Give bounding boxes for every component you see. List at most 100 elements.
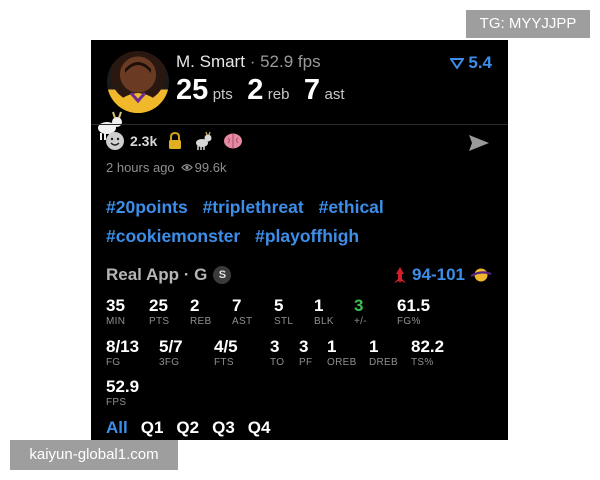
points-unit: pts xyxy=(212,86,233,103)
stat-label: FPS xyxy=(106,397,127,408)
lock-icon[interactable] xyxy=(167,132,183,150)
hashtag-link[interactable]: #triplethreat xyxy=(203,197,304,217)
send-icon[interactable] xyxy=(468,134,490,152)
game-info[interactable]: Real App · G S xyxy=(106,265,232,285)
stat-label: 3FG xyxy=(159,357,180,368)
stat-label: MIN xyxy=(106,316,126,327)
stat-value: 1 xyxy=(327,337,337,356)
stat-3fg: 5/7 3FG xyxy=(159,337,183,369)
stat-fg: 8/13 FG xyxy=(106,337,139,369)
smile-emoji-icon[interactable] xyxy=(106,132,124,150)
stat-value: 5/7 xyxy=(159,337,183,356)
stat-label: FG% xyxy=(397,316,421,327)
score-indicator[interactable]: 5.4 xyxy=(450,53,492,73)
stat-label: +/- xyxy=(354,316,367,327)
trend-icon xyxy=(450,58,465,69)
stat-label: OREB xyxy=(327,357,357,368)
stat-reb: 2 REB xyxy=(190,296,211,328)
stat-value: 3 xyxy=(270,337,280,356)
eye-icon xyxy=(180,164,193,171)
separator: · xyxy=(249,52,256,71)
hashtag-link[interactable]: #20points xyxy=(106,197,188,217)
stat-label: FG xyxy=(106,357,121,368)
stat-label: STL xyxy=(274,316,294,327)
tab-q4[interactable]: Q4 xyxy=(248,418,271,438)
status-badge: S xyxy=(213,266,232,284)
hashtag-link[interactable]: #cookiemonster xyxy=(106,226,240,246)
stat-blk: 1 BLK xyxy=(314,296,334,328)
tab-q1[interactable]: Q1 xyxy=(141,418,164,438)
rebounds-unit: reb xyxy=(267,86,290,103)
lakers-logo-icon xyxy=(470,268,492,282)
watermark-bottom: kaiyun-global1.com xyxy=(10,440,178,470)
stat-value: 4/5 xyxy=(214,337,238,356)
player-line: M. Smart · 52.9 fps xyxy=(176,52,321,72)
brain-icon[interactable] xyxy=(223,132,243,150)
rebounds-value: 2 xyxy=(247,74,264,106)
stat-pts: 25 PTS xyxy=(149,296,169,328)
stat-stl: 5 STL xyxy=(274,296,293,328)
points-value: 25 xyxy=(176,74,209,106)
stat-value: 52.9 xyxy=(106,377,140,396)
avatar[interactable] xyxy=(107,51,169,113)
stat-value: 2 xyxy=(190,296,200,315)
tab-q2[interactable]: Q2 xyxy=(176,418,199,438)
view-count: 99.6k xyxy=(194,160,227,175)
stat-min: 35 MIN xyxy=(106,296,125,328)
stat-fg-pct: 61.5 FG% xyxy=(397,296,430,328)
stat-pf: 3 PF xyxy=(299,337,312,369)
stat-label: REB xyxy=(190,316,212,327)
stat-fps: 52.9 FPS xyxy=(106,377,139,409)
game-label: Real App · G xyxy=(106,265,208,284)
assists-unit: ast xyxy=(324,86,345,103)
stat-value: 1 xyxy=(314,296,324,315)
stat-value: 1 xyxy=(369,337,379,356)
stat-value: 8/13 xyxy=(106,337,140,356)
reaction-count[interactable]: 2.3k xyxy=(130,133,157,149)
post-card: M. Smart · 52.9 fps 5.4 25 pts 2 reb 7 a… xyxy=(91,40,508,440)
score-value: 5.4 xyxy=(468,53,492,72)
stat-value: 82.2 xyxy=(411,337,445,356)
player-name[interactable]: M. Smart xyxy=(176,52,245,71)
hashtag-link[interactable]: #playoffhigh xyxy=(255,226,359,246)
stat-oreb: 1 OREB xyxy=(327,337,357,369)
post-meta: 2 hours ago 99.6k xyxy=(106,160,226,175)
assists-value: 7 xyxy=(303,74,321,106)
stat-to: 3 TO xyxy=(270,337,284,369)
stat-value: 35 xyxy=(106,296,125,315)
home-score: 101 xyxy=(436,265,465,284)
headline-stats: 25 pts 2 reb 7 ast xyxy=(176,74,355,107)
game-score[interactable]: 94-101 xyxy=(393,265,492,285)
tab-q3[interactable]: Q3 xyxy=(212,418,235,438)
stat-label: BLK xyxy=(314,316,334,327)
hashtag-list: #20points #triplethreat #ethical #cookie… xyxy=(106,193,496,251)
fps-label: 52.9 fps xyxy=(260,52,321,71)
stat-fts: 4/5 FTS xyxy=(214,337,238,369)
stat-label: FTS xyxy=(214,357,234,368)
stat-value: 3 xyxy=(299,337,309,356)
timestamp: 2 hours ago xyxy=(106,160,175,175)
rockets-logo-icon xyxy=(394,267,407,283)
stat-label: TO xyxy=(270,357,285,368)
stat-label: AST xyxy=(232,316,253,327)
stat-ast: 7 AST xyxy=(232,296,252,328)
stat-value: 7 xyxy=(232,296,242,315)
reaction-row: 2.3k xyxy=(106,132,243,150)
quarter-tabs: All Q1 Q2 Q3 Q4 xyxy=(106,418,270,438)
stat-value: 3 xyxy=(354,296,364,315)
stat-value: 5 xyxy=(274,296,284,315)
tab-all[interactable]: All xyxy=(106,418,128,438)
stat-plus-minus: 3 +/- xyxy=(354,296,367,328)
stat-label: DREB xyxy=(369,357,398,368)
hashtag-link[interactable]: #ethical xyxy=(319,197,384,217)
stat-label: PTS xyxy=(149,316,170,327)
stat-ts-pct: 82.2 TS% xyxy=(411,337,444,369)
away-score: 94 xyxy=(412,265,431,284)
stat-dreb: 1 DREB xyxy=(369,337,398,369)
stat-label: TS% xyxy=(411,357,434,368)
stat-label: PF xyxy=(299,357,313,368)
goat-reaction-icon[interactable] xyxy=(193,132,213,150)
stat-value: 25 xyxy=(149,296,168,315)
divider xyxy=(91,124,508,125)
watermark-top: TG: MYYJJPP xyxy=(466,10,590,38)
